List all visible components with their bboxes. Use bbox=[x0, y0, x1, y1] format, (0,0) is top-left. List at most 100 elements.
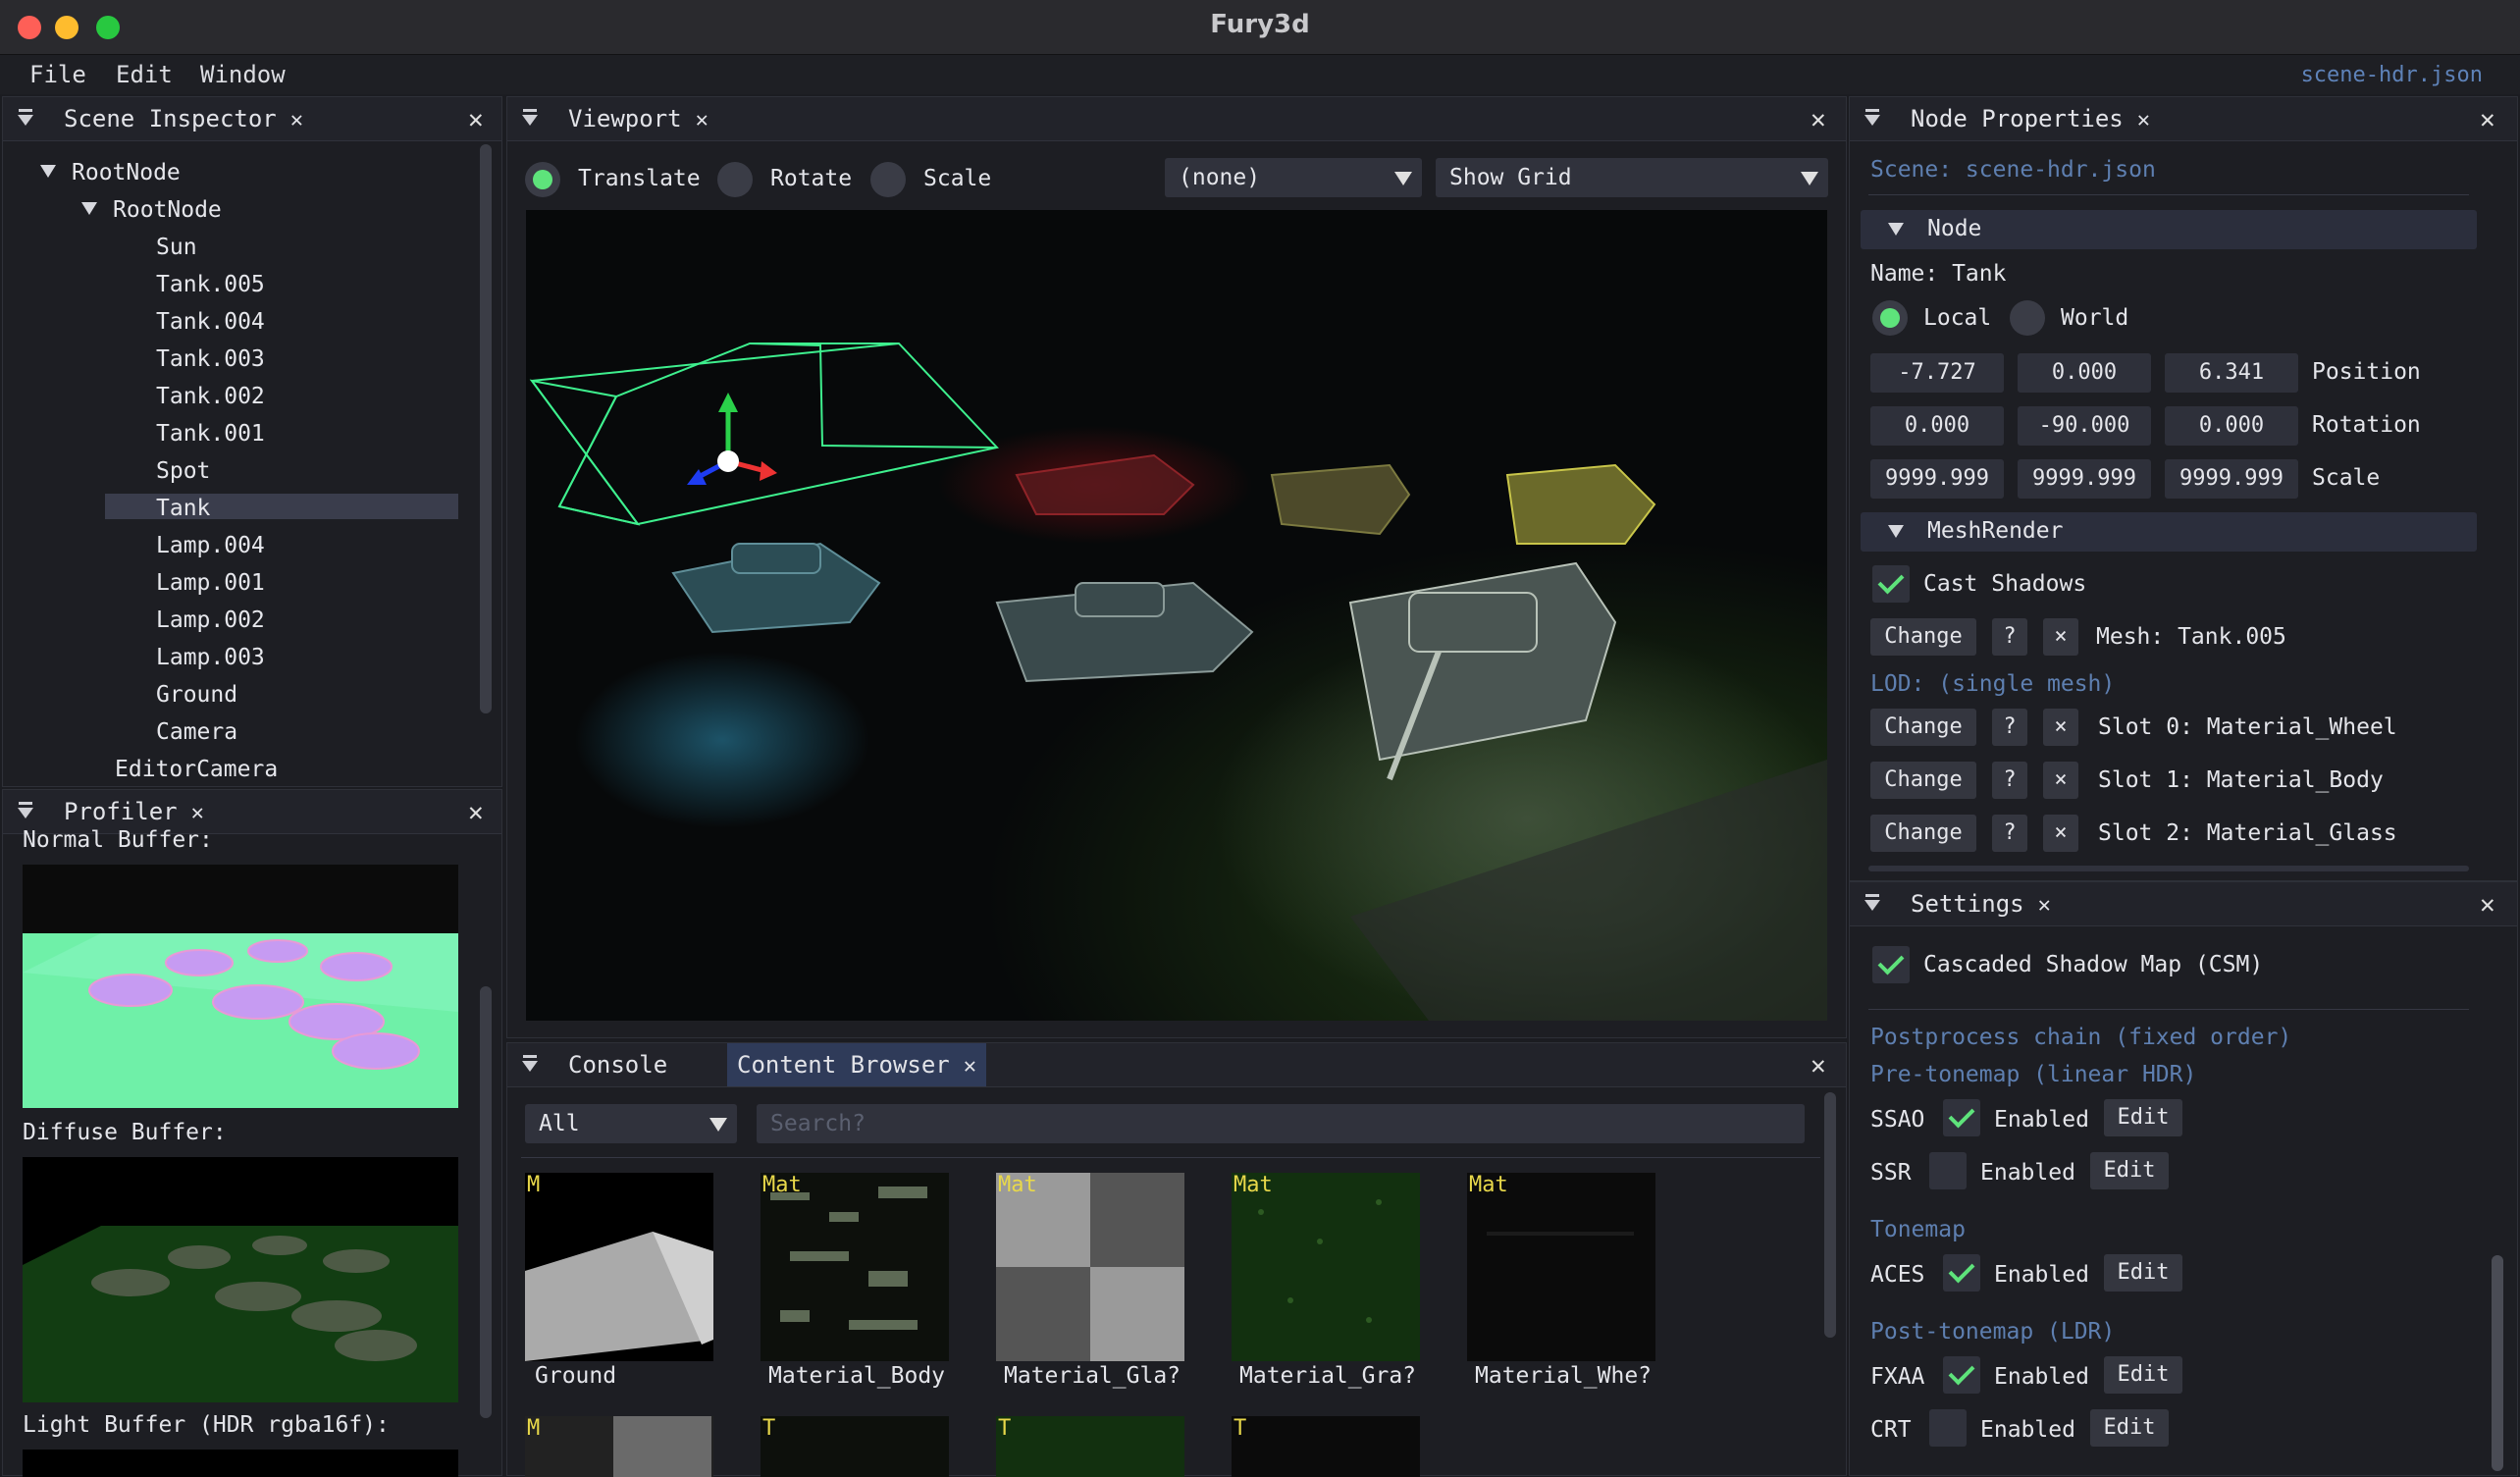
position-x-field[interactable]: -7.727 bbox=[1870, 353, 2004, 393]
csm-checkbox[interactable] bbox=[1872, 946, 1910, 983]
scale-radio[interactable] bbox=[870, 162, 906, 197]
mesh-help-button[interactable]: ? bbox=[1992, 618, 2027, 656]
tree-item[interactable]: Lamp.001 bbox=[156, 570, 265, 596]
asset-material-wheel[interactable]: Mat bbox=[1467, 1173, 1655, 1361]
change-slot-2-button[interactable]: Change bbox=[1870, 815, 1976, 852]
tab-viewport[interactable]: Viewport ✕ bbox=[558, 97, 718, 140]
tree-item[interactable]: Lamp.002 bbox=[156, 607, 265, 633]
tab-settings[interactable]: Settings ✕ bbox=[1901, 882, 2061, 925]
tab-node-properties[interactable]: Node Properties ✕ bbox=[1901, 97, 2160, 140]
clear-slot-2-button[interactable]: × bbox=[2043, 815, 2078, 852]
expand-triangle-icon[interactable] bbox=[81, 202, 97, 215]
tree-item[interactable]: EditorCamera bbox=[115, 757, 278, 782]
scrollbar[interactable] bbox=[480, 144, 492, 713]
tree-item[interactable]: Tank.005 bbox=[156, 272, 265, 297]
node-section-header[interactable]: Node bbox=[1861, 210, 2477, 249]
rotation-z-field[interactable]: 0.000 bbox=[2165, 406, 2298, 446]
cast-shadows-checkbox[interactable] bbox=[1872, 565, 1910, 603]
close-tab-icon[interactable]: ✕ bbox=[964, 1054, 976, 1079]
close-tab-icon[interactable]: ✕ bbox=[696, 108, 709, 132]
tree-item[interactable]: Spot bbox=[156, 458, 210, 484]
tree-item[interactable]: RootNode bbox=[40, 160, 181, 185]
close-tab-icon[interactable]: ✕ bbox=[2137, 108, 2150, 132]
translate-radio[interactable] bbox=[525, 162, 560, 197]
close-panel-icon[interactable]: ✕ bbox=[2480, 890, 2495, 920]
menu-edit[interactable]: Edit bbox=[116, 61, 173, 88]
fxaa-enabled-checkbox[interactable] bbox=[1943, 1356, 1980, 1394]
tree-item[interactable]: Camera bbox=[156, 719, 237, 745]
slot-0-help-button[interactable]: ? bbox=[1992, 709, 2027, 746]
slot-2-help-button[interactable]: ? bbox=[1992, 815, 2027, 852]
tree-item[interactable]: Tank bbox=[156, 496, 210, 521]
close-panel-icon[interactable]: ✕ bbox=[468, 105, 484, 134]
close-panel-icon[interactable]: ✕ bbox=[468, 798, 484, 827]
close-tab-icon[interactable]: ✕ bbox=[290, 108, 303, 132]
ssao-enabled-checkbox[interactable] bbox=[1943, 1099, 1980, 1136]
asset-row2-texture[interactable]: T bbox=[996, 1416, 1184, 1477]
collapse-icon[interactable] bbox=[17, 802, 34, 819]
expand-triangle-icon[interactable] bbox=[40, 165, 56, 178]
asset-material-body[interactable]: Mat bbox=[761, 1173, 949, 1361]
ssr-enabled-checkbox[interactable] bbox=[1929, 1152, 1967, 1189]
clear-mesh-button[interactable]: × bbox=[2043, 618, 2078, 656]
collapse-icon[interactable] bbox=[521, 109, 539, 127]
change-slot-0-button[interactable]: Change bbox=[1870, 709, 1976, 746]
tab-console[interactable]: Console bbox=[558, 1043, 677, 1086]
grid-select[interactable]: Show Grid bbox=[1436, 158, 1828, 197]
ssao-edit-button[interactable]: Edit bbox=[2104, 1099, 2182, 1136]
rotation-x-field[interactable]: 0.000 bbox=[1870, 406, 2004, 446]
ssr-edit-button[interactable]: Edit bbox=[2090, 1152, 2169, 1189]
tree-item[interactable]: Tank.002 bbox=[156, 384, 265, 409]
tree-item[interactable]: Lamp.003 bbox=[156, 645, 265, 670]
viewport-canvas[interactable] bbox=[526, 210, 1827, 1021]
clear-slot-0-button[interactable]: × bbox=[2043, 709, 2078, 746]
tree-item[interactable]: Lamp.004 bbox=[156, 533, 265, 558]
close-panel-icon[interactable]: ✕ bbox=[1811, 105, 1826, 134]
scrollbar[interactable] bbox=[480, 986, 492, 1418]
meshrender-section-header[interactable]: MeshRender bbox=[1861, 512, 2477, 552]
tab-scene-inspector[interactable]: Scene Inspector ✕ bbox=[54, 97, 313, 140]
tree-item[interactable]: RootNode bbox=[81, 197, 222, 223]
aces-edit-button[interactable]: Edit bbox=[2104, 1254, 2182, 1292]
asset-material-glass[interactable]: Mat bbox=[996, 1173, 1184, 1361]
scale-z-field[interactable]: 9999.999 bbox=[2165, 459, 2298, 499]
rotation-y-field[interactable]: -90.000 bbox=[2018, 406, 2151, 446]
camera-select[interactable]: (none) bbox=[1165, 158, 1422, 197]
world-radio[interactable] bbox=[2010, 300, 2045, 336]
local-radio[interactable] bbox=[1872, 300, 1908, 336]
asset-row2-texture[interactable]: T bbox=[1232, 1416, 1420, 1477]
close-panel-icon[interactable]: ✕ bbox=[2480, 105, 2495, 134]
position-z-field[interactable]: 6.341 bbox=[2165, 353, 2298, 393]
close-panel-icon[interactable]: ✕ bbox=[1811, 1051, 1826, 1081]
tree-item[interactable]: Ground bbox=[156, 682, 237, 708]
clear-slot-1-button[interactable]: × bbox=[2043, 762, 2078, 799]
fxaa-edit-button[interactable]: Edit bbox=[2104, 1356, 2182, 1394]
collapse-icon[interactable] bbox=[521, 1055, 539, 1073]
asset-ground[interactable]: M bbox=[525, 1173, 713, 1361]
crt-enabled-checkbox[interactable] bbox=[1929, 1409, 1967, 1447]
tree-item[interactable]: Tank.001 bbox=[156, 421, 265, 447]
search-input[interactable]: Search? bbox=[757, 1104, 1805, 1143]
tree-item[interactable]: Tank.004 bbox=[156, 309, 265, 335]
close-tab-icon[interactable]: ✕ bbox=[2038, 893, 2051, 918]
menu-file[interactable]: File bbox=[29, 61, 86, 88]
asset-filter-select[interactable]: All bbox=[525, 1104, 737, 1143]
tree-item[interactable]: Tank.003 bbox=[156, 346, 265, 372]
collapse-icon[interactable] bbox=[1864, 109, 1881, 127]
rotate-radio[interactable] bbox=[717, 162, 753, 197]
close-tab-icon[interactable]: ✕ bbox=[191, 801, 204, 825]
collapse-icon[interactable] bbox=[1864, 894, 1881, 912]
asset-material-grass[interactable]: Mat bbox=[1232, 1173, 1420, 1361]
slot-1-help-button[interactable]: ? bbox=[1992, 762, 2027, 799]
scrollbar[interactable] bbox=[1824, 1092, 1836, 1338]
asset-row2-texture[interactable]: T bbox=[761, 1416, 949, 1477]
scale-y-field[interactable]: 9999.999 bbox=[2018, 459, 2151, 499]
scrollbar[interactable] bbox=[2492, 1255, 2503, 1471]
crt-edit-button[interactable]: Edit bbox=[2090, 1409, 2169, 1447]
menu-window[interactable]: Window bbox=[200, 61, 286, 88]
asset-row2-model[interactable]: M bbox=[525, 1416, 713, 1477]
collapse-icon[interactable] bbox=[17, 109, 34, 127]
change-slot-1-button[interactable]: Change bbox=[1870, 762, 1976, 799]
change-mesh-button[interactable]: Change bbox=[1870, 618, 1976, 656]
tab-content-browser[interactable]: Content Browser ✕ bbox=[727, 1043, 986, 1086]
